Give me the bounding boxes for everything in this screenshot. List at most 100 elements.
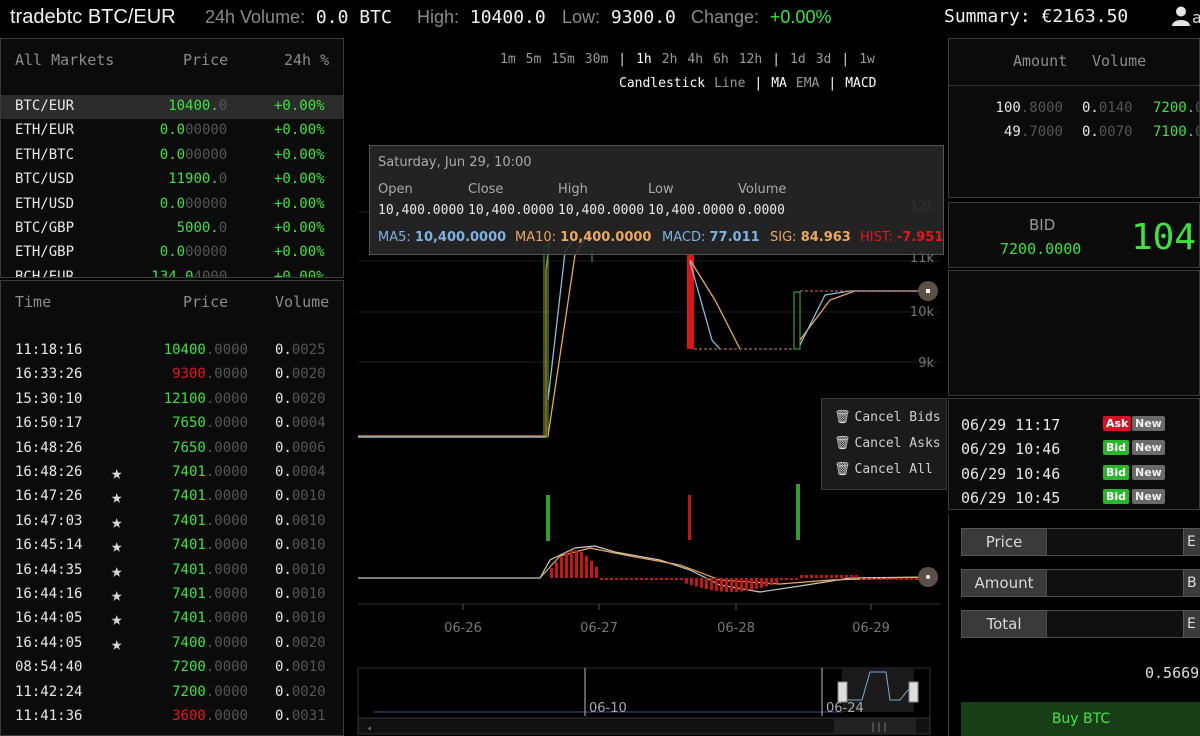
tooltip-header-open: Open [378, 182, 413, 197]
price-input[interactable] [1046, 528, 1184, 556]
tooltip-header-close: Close [468, 182, 504, 197]
interval-15m[interactable]: 15m [551, 52, 574, 67]
chart-type-ema[interactable]: EMA [796, 76, 819, 91]
chart-type-selector: Candlestick Line | MA EMA | MACD [619, 76, 886, 91]
type-separator: | [828, 76, 837, 91]
star-icon[interactable]: ★ [111, 535, 122, 557]
user-name[interactable]: a [1192, 8, 1200, 27]
change-label: Change: [691, 7, 760, 27]
trade-row: 16:44:16 ★ 7401.0000 0.0010 [1, 583, 343, 607]
star-icon[interactable]: ★ [111, 462, 122, 484]
chart-area[interactable] [345, 38, 947, 736]
market-row[interactable]: BCH/EUR 134.04000 +0.00% [1, 266, 343, 278]
market-row[interactable]: BTC/EUR 10400.0 +0.00% [1, 95, 343, 119]
my-order-row[interactable]: 06/29 10:45 Bid New [949, 486, 1199, 509]
buy-button[interactable]: Buy BTC [961, 702, 1200, 736]
trade-price: 9300.0000 [172, 366, 248, 382]
orderbook-divider [949, 85, 1199, 86]
market-price-main: 0.0 [159, 146, 186, 163]
my-order-row[interactable]: 06/29 11:17 Ask New [949, 413, 1199, 437]
indicator-label: MA10: [515, 230, 557, 245]
market-price: 0.000000 [160, 147, 227, 163]
star-icon[interactable]: ★ [111, 486, 122, 508]
trade-time: 15:30:10 [15, 390, 83, 407]
order-side-badge: Ask [1103, 416, 1132, 431]
orderbook-volume: 0.0070 [1082, 124, 1133, 140]
trade-volume-decimals: 0004 [291, 415, 326, 432]
star-icon[interactable]: ★ [111, 633, 122, 655]
order-datetime: 06/29 11:17 [961, 416, 1061, 434]
indicator-value: 84.963 [800, 230, 851, 245]
total-input[interactable] [1046, 610, 1184, 638]
tooltip-date: Saturday, Jun 29, 10:00 [378, 155, 532, 170]
trade-row: 08:54:40 7200.0000 0.0010 [1, 656, 343, 680]
market-row[interactable]: ETH/GBP 0.000000 +0.00% [1, 241, 343, 265]
trade-price-main: 7200 [172, 659, 206, 676]
trade-time: 16:44:05 [15, 610, 83, 627]
cancel-menu-item[interactable]: 🗑 Cancel Bids [834, 410, 941, 425]
orderbook-price: 7200.0 [1153, 100, 1199, 116]
chart-type-candlestick[interactable]: Candlestick [619, 76, 705, 91]
trade-price: 7401.0000 [172, 610, 248, 626]
trade-volume: 0.0004 [275, 415, 326, 431]
interval-1h[interactable]: 1h [636, 52, 652, 67]
market-row[interactable]: ETH/EUR 0.000000 +0.00% [1, 119, 343, 143]
amount-input[interactable] [1046, 569, 1184, 597]
trade-price-main: 9300 [172, 366, 206, 383]
cancel-menu-item[interactable]: 🗑 Cancel Asks [834, 436, 941, 451]
my-order-row[interactable]: 06/29 10:46 Bid New [949, 462, 1199, 486]
orderbook-row[interactable]: 100.8000 0.0140 7200.0 [949, 97, 1199, 121]
market-row[interactable]: ETH/USD 0.000000 +0.00% [1, 193, 343, 217]
orderbook-price: 7100.0 [1153, 124, 1199, 140]
user-icon[interactable] [1172, 6, 1190, 30]
interval-6h[interactable]: 6h [713, 52, 729, 67]
interval-30m[interactable]: 30m [585, 52, 608, 67]
star-icon[interactable]: ★ [111, 608, 122, 630]
trade-price-main: 3600 [172, 708, 206, 724]
depth-panel [948, 270, 1200, 396]
interval-5m[interactable]: 5m [526, 52, 542, 67]
interval-4h[interactable]: 4h [687, 52, 703, 67]
trades-header-price: Price [183, 293, 229, 311]
interval-12h[interactable]: 12h [739, 52, 762, 67]
interval-3d[interactable]: 3d [816, 52, 832, 67]
trade-time: 16:50:17 [15, 415, 83, 432]
trade-volume: 0.0010 [275, 513, 326, 529]
my-order-row[interactable]: 06/29 10:46 Bid New [949, 437, 1199, 461]
chart-type-macd[interactable]: MACD [845, 76, 876, 91]
type-separator: | [754, 76, 763, 91]
tooltip-indicator: SIG: 84.963 [770, 230, 851, 245]
tooltip-header-low: Low [648, 182, 674, 197]
orderbook-row[interactable]: 49.7000 0.0070 7100.0 [949, 121, 1199, 145]
market-row[interactable]: ETH/BTC 0.000000 +0.00% [1, 144, 343, 168]
interval-1d[interactable]: 1d [790, 52, 806, 67]
indicator-label: HIST: [860, 230, 893, 245]
indicator-value: 10,400.0000 [560, 230, 652, 245]
trade-volume-main: 0. [275, 708, 292, 724]
market-change: +0.00% [274, 122, 325, 139]
interval-1w[interactable]: 1w [859, 52, 875, 67]
pair-title: tradebtc BTC/EUR [10, 6, 176, 28]
interval-2h[interactable]: 2h [662, 52, 678, 67]
market-change: +0.00% [274, 268, 325, 278]
chart-type-ma[interactable]: MA [771, 76, 787, 91]
star-icon[interactable]: ★ [111, 511, 122, 533]
indicator-label: MA5: [378, 230, 411, 245]
market-row[interactable]: BTC/USD 11900.0 +0.00% [1, 168, 343, 192]
market-price: 0.000000 [160, 122, 227, 138]
summary: Summary: €2163.50 [944, 6, 1128, 27]
amount-suffix: B [1183, 569, 1200, 597]
market-price-dim: 0 [218, 220, 228, 236]
interval-1m[interactable]: 1m [500, 52, 516, 67]
market-price-main: 10400. [168, 98, 219, 114]
star-icon[interactable]: ★ [111, 584, 122, 606]
chart-type-line[interactable]: Line [714, 76, 745, 91]
cancel-menu-item[interactable]: 🗑 Cancel All [834, 462, 933, 477]
trade-volume-main: 0. [275, 488, 292, 505]
orderbook-amount-dec: .7000 [1020, 124, 1063, 140]
change-value: +0.00% [769, 7, 832, 27]
trade-volume-main: 0. [275, 537, 292, 554]
star-icon[interactable]: ★ [111, 560, 122, 582]
trade-row: 16:48:26 ★ 7401.0000 0.0004 [1, 461, 343, 485]
market-row[interactable]: BTC/GBP 5000.0 +0.00% [1, 217, 343, 241]
